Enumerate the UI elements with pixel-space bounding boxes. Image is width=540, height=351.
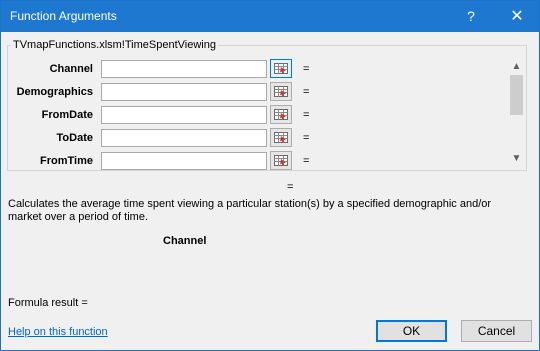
- demographics-equals: =: [303, 86, 310, 98]
- collapse-dialog-icon: [274, 155, 288, 166]
- window-title: Function Arguments: [10, 9, 117, 23]
- channel-input[interactable]: [101, 60, 267, 78]
- arguments-scrollbar[interactable]: ▲ ▼: [508, 59, 525, 169]
- title-bar: Function Arguments ? ✕: [1, 1, 539, 32]
- todate-equals: =: [303, 132, 310, 144]
- todate-input[interactable]: [101, 129, 267, 147]
- collapse-dialog-icon: [274, 86, 288, 97]
- fromtime-equals: =: [303, 155, 310, 167]
- scroll-up-icon[interactable]: ▲: [508, 61, 525, 75]
- function-result-equals: =: [287, 181, 294, 193]
- fromtime-ref-button[interactable]: [270, 151, 292, 170]
- collapse-dialog-icon: [274, 132, 288, 143]
- channel-equals: =: [303, 63, 310, 75]
- function-description: Calculates the average time spent viewin…: [8, 198, 492, 223]
- arguments-group: TVmapFunctions.xlsm!TimeSpentViewing: [7, 39, 527, 171]
- collapse-dialog-icon: [274, 109, 288, 120]
- todate-ref-button[interactable]: [270, 128, 292, 147]
- help-on-function-link[interactable]: Help on this function: [8, 326, 108, 338]
- fromdate-equals: =: [303, 109, 310, 121]
- function-name: TVmapFunctions.xlsm!TimeSpentViewing: [13, 39, 216, 51]
- collapse-dialog-icon: [274, 63, 288, 74]
- help-icon[interactable]: ?: [456, 1, 486, 32]
- argument-label-channel: Channel: [49, 63, 93, 75]
- scroll-down-icon[interactable]: ▼: [508, 153, 525, 167]
- fromdate-ref-button[interactable]: [270, 105, 292, 124]
- channel-ref-button[interactable]: [270, 59, 292, 78]
- function-arguments-dialog: Function Arguments ? ✕ TVmapFunctions.xl…: [0, 0, 540, 351]
- demographics-input[interactable]: [101, 83, 267, 101]
- cancel-button[interactable]: Cancel: [461, 320, 532, 342]
- demographics-ref-button[interactable]: [270, 82, 292, 101]
- formula-result: Formula result =: [8, 297, 88, 309]
- argument-label-demographics: Demographics: [16, 86, 93, 98]
- ok-button[interactable]: OK: [376, 320, 447, 342]
- scroll-thumb[interactable]: [510, 75, 523, 115]
- close-icon[interactable]: ✕: [501, 1, 533, 32]
- fromdate-input[interactable]: [101, 106, 267, 124]
- argument-label-fromdate: FromDate: [41, 109, 93, 121]
- argument-label-todate: ToDate: [56, 132, 93, 144]
- current-argument-name: Channel: [163, 235, 207, 247]
- argument-label-fromtime: FromTime: [40, 155, 93, 167]
- fromtime-input[interactable]: [101, 152, 267, 170]
